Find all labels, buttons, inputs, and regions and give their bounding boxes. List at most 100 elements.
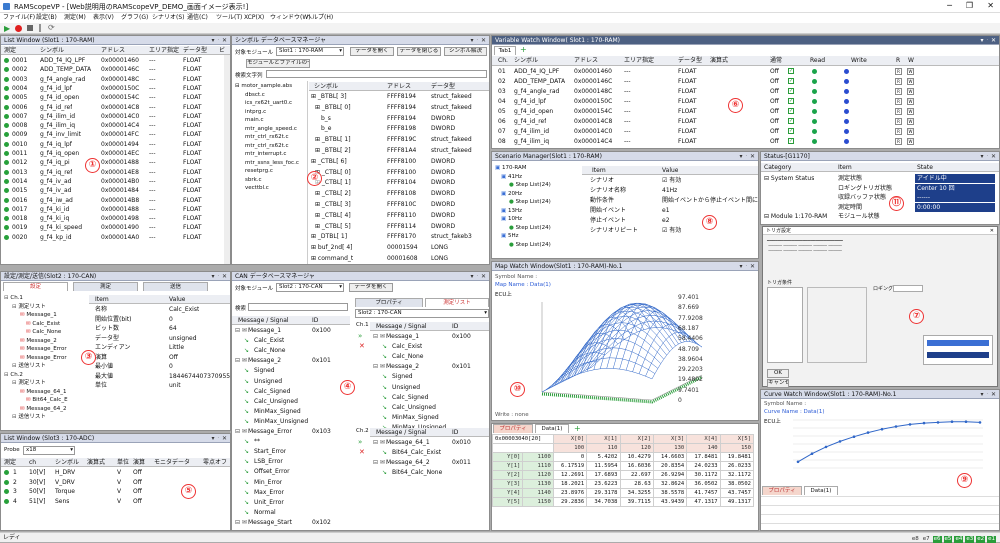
- grid-row[interactable]: Y[2] 1120 12.2691 17.6893 22.697 26.9294 30.11…: [492, 470, 755, 480]
- symbol-row[interactable]: b_s FFFF8194 DWORD: [309, 114, 489, 123]
- table-row[interactable]: 0010 g_f4_iq_lpf 0x00001494 --- FLOAT: [1, 140, 230, 149]
- grid-cell[interactable]: 11.5954: [586, 461, 621, 471]
- settings-tree-item[interactable]: ✉ Message_64_2: [4, 405, 86, 414]
- symbol-row[interactable]: ⊞ _BTBL[ 0] FFFF8194 struct_fakeed: [309, 103, 489, 112]
- grid-cell[interactable]: 6.17519: [552, 461, 588, 471]
- enable-checkbox[interactable]: ✓: [788, 138, 794, 144]
- grid-cell[interactable]: 36.0502: [686, 479, 721, 489]
- curve-point[interactable]: [880, 427, 884, 431]
- trigger-list[interactable]: [767, 287, 803, 363]
- ok-button[interactable]: OK: [767, 369, 789, 378]
- write-button[interactable]: W: [907, 98, 914, 105]
- close-icon[interactable]: ✕: [990, 227, 994, 235]
- table-row[interactable]: 0012 g_f4_iq_pi 0x00001488 --- FLOAT: [1, 158, 230, 167]
- write-button[interactable]: W: [907, 128, 914, 135]
- can-tree-item[interactable]: ↘ Max_Error: [232, 488, 350, 497]
- symbol-row[interactable]: ⊞ _CTBL[ 5] FFFF8114 DWORD: [309, 222, 489, 231]
- grid-cell[interactable]: 29.2836: [552, 497, 588, 507]
- curve-data-grid[interactable]: [761, 496, 999, 530]
- settings-prop-row[interactable]: 最大値 18446744073709551615: [89, 372, 230, 381]
- file-item[interactable]: mtr_interrupt.c: [235, 150, 305, 159]
- file-item[interactable]: mtr_angle_speed.c: [235, 125, 305, 134]
- read-button[interactable]: R: [895, 68, 902, 75]
- table-row[interactable]: 0014 g_f4_iv_ad 0x000014B0 --- FLOAT: [1, 177, 230, 186]
- settings-tree-item[interactable]: ✉ Bit64_Calc_E: [4, 396, 86, 405]
- file-item[interactable]: vecttbl.c: [235, 184, 305, 193]
- read-button[interactable]: R: [895, 138, 902, 145]
- menu-window[interactable]: ウィンドウ(W): [270, 13, 311, 23]
- table-row[interactable]: 0006 g_f4_id_ref 0x000014C8 --- FLOAT: [1, 103, 230, 112]
- settings-tree-item[interactable]: ✉ Message_64_1: [4, 388, 86, 397]
- channel-tree-item[interactable]: ⊟ ✉ Message_64_1 0x010: [370, 438, 489, 447]
- tab-property[interactable]: プロパティ: [493, 424, 533, 433]
- enable-checkbox[interactable]: ✓: [788, 98, 794, 104]
- grid-cell[interactable]: 19.8481: [719, 452, 755, 462]
- pane-close-icon[interactable]: ▾ ᛫ ✕: [471, 272, 486, 281]
- can-tree-item[interactable]: ↘ Start_Error: [232, 447, 350, 456]
- tab-property[interactable]: プロパティ: [355, 298, 423, 307]
- watch-row[interactable]: 02 ADD_TEMP_DATA 0x0000146C --- FLOAT Off ✓ R W: [492, 77, 999, 86]
- tab-settings[interactable]: 設定: [3, 282, 68, 291]
- table-row[interactable]: 0017 g_f4_ki_id 0x00001488 --- FLOAT: [1, 205, 230, 214]
- channel-tree-item[interactable]: ↘ Calc_Exist: [370, 342, 489, 351]
- search-input[interactable]: [248, 303, 348, 311]
- pane-close-icon[interactable]: ▾ ᛫ ✕: [740, 152, 755, 161]
- pane-close-icon[interactable]: ▾ ᛫ ✕: [212, 434, 227, 443]
- settings-tree-item[interactable]: ⊟ Ch.1: [4, 294, 86, 303]
- grid-cell[interactable]: 16.6036: [619, 461, 654, 471]
- enable-checkbox[interactable]: ✓: [788, 108, 794, 114]
- read-button[interactable]: R: [895, 98, 902, 105]
- vertical-scrollbar[interactable]: [224, 55, 230, 264]
- curve-point[interactable]: [852, 435, 856, 438]
- symbol-row[interactable]: b_e FFFF8198 DWORD: [309, 124, 489, 133]
- enable-checkbox[interactable]: ✓: [788, 88, 794, 94]
- curve-point[interactable]: [950, 420, 954, 423]
- grid-cell[interactable]: 38.5578: [652, 488, 688, 498]
- menu-xcp[interactable]: XCP(X): [244, 13, 264, 23]
- scenario-tree-item[interactable]: ● Step List(24): [495, 198, 575, 207]
- probe-select[interactable]: x18 ▾: [23, 446, 75, 455]
- curve-point[interactable]: [796, 460, 800, 464]
- grid-cell[interactable]: 22.697: [619, 470, 654, 480]
- read-button[interactable]: R: [895, 108, 902, 115]
- scenario-tree-item[interactable]: ▣ 20Hz: [495, 190, 575, 199]
- menu-settings[interactable]: 設定(B): [36, 13, 57, 23]
- write-button[interactable]: W: [907, 118, 914, 125]
- refresh-icon[interactable]: ⟳: [48, 23, 55, 32]
- pause-icon[interactable]: ‖: [38, 23, 42, 32]
- search-input[interactable]: [266, 70, 487, 78]
- grid-row[interactable]: Y[4] 1140 23.8976 29.3178 34.3255 38.5578 41.7…: [492, 488, 755, 498]
- pane-close-icon[interactable]: ▾ ᛫ ✕: [981, 390, 996, 399]
- table-row[interactable]: 0018 g_f4_ki_iq 0x00001498 --- FLOAT: [1, 214, 230, 223]
- pane-close-icon[interactable]: ▾ ᛫ ✕: [471, 36, 486, 45]
- tab-1[interactable]: Tab1: [494, 46, 516, 55]
- tab-data[interactable]: Data(1): [804, 486, 838, 495]
- can-tree-item[interactable]: ⊟ ✉ Message_Error 0x103: [232, 427, 350, 436]
- scenario-tree-item[interactable]: ▣ 41Hz: [495, 173, 575, 182]
- read-button[interactable]: R: [895, 128, 902, 135]
- table-row[interactable]: 0001 ADD_f4_IQ_LPF 0x00001460 --- FLOAT: [1, 56, 230, 65]
- grid-cell[interactable]: 43.7457: [719, 488, 755, 498]
- target-module-select[interactable]: Slot1 : 170-RAM ▾: [276, 47, 344, 56]
- minimize-button[interactable]: ─: [947, 1, 952, 10]
- can-tree-item[interactable]: ↘ Calc_Unsigned: [232, 397, 350, 406]
- scenario-tree-item[interactable]: ▣ 10Hz: [495, 215, 575, 224]
- settings-prop-row[interactable]: 単位 unit: [89, 381, 230, 390]
- open-data-button[interactable]: データを開く: [350, 47, 394, 56]
- map-grid[interactable]: 0x00003040[20] X[0] X[1] X[2] X[3] X[4] X[5] 10…: [492, 434, 755, 507]
- settings-tree-item[interactable]: ✉ Message_2: [4, 337, 86, 346]
- run-icon[interactable]: ▶: [4, 24, 10, 33]
- curve-point[interactable]: [908, 423, 912, 426]
- grid-cell[interactable]: 28.63: [619, 479, 654, 489]
- grid-cell[interactable]: 12.2691: [552, 470, 588, 480]
- scenario-tree-item[interactable]: ▣ 13Hz: [495, 207, 575, 216]
- can-tree-item[interactable]: ⊟ ✉ Message_1 0x100: [232, 326, 350, 335]
- grid-cell[interactable]: 38.0502: [719, 479, 755, 489]
- add-tab-icon[interactable]: +: [574, 424, 581, 433]
- channel-tree-item[interactable]: ↘ Calc_Signed: [370, 393, 489, 402]
- grid-cell[interactable]: 24.0233: [686, 461, 721, 471]
- grid-cell[interactable]: 30.1172: [686, 470, 721, 480]
- can-tree-item[interactable]: ↘ Unit_Error: [232, 498, 350, 507]
- grid-cell[interactable]: 34.7038: [586, 497, 621, 507]
- read-button[interactable]: R: [895, 88, 902, 95]
